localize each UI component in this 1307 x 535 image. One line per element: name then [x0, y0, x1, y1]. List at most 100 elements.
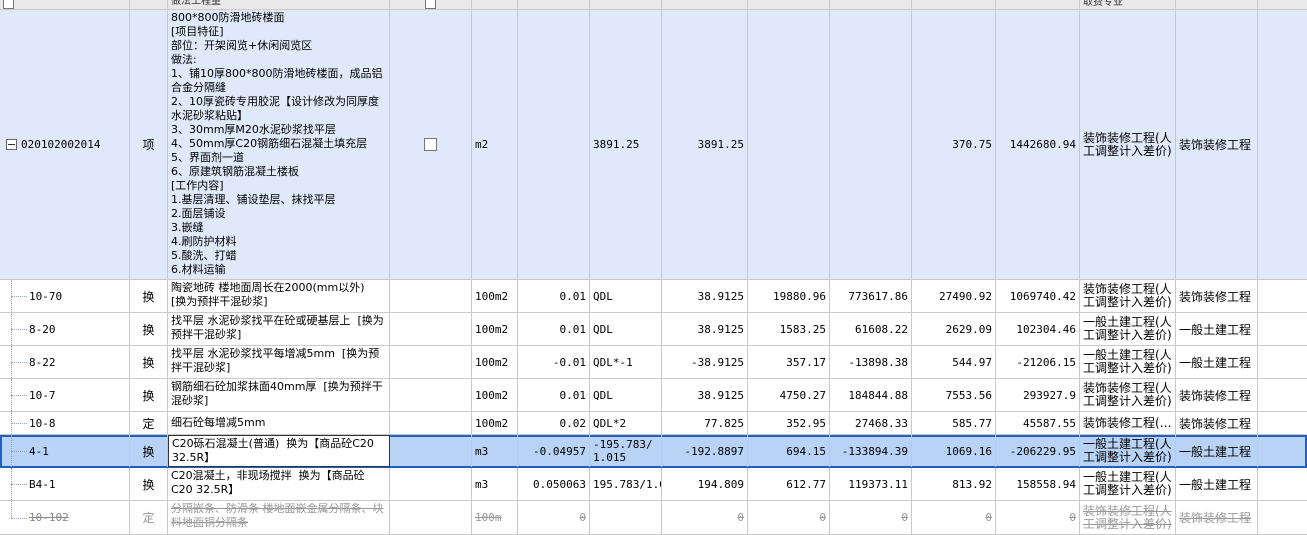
code-cell[interactable]: B4-1	[0, 468, 130, 500]
total-cell[interactable]: 773617.86	[830, 280, 912, 312]
unit-cell[interactable]: 100m2	[472, 280, 518, 312]
unit-cell[interactable]: 100m2	[472, 346, 518, 378]
qty-expr-cell[interactable]: 0	[518, 501, 590, 534]
unit-price-cell[interactable]: 694.15	[748, 435, 830, 467]
zh-total-cell[interactable]: -21206.15	[996, 346, 1080, 378]
total-cell[interactable]	[830, 10, 912, 279]
category-cell[interactable]: 装饰装修工程(…	[1080, 412, 1176, 434]
qty-expr-cell[interactable]: 0.01	[518, 280, 590, 312]
unit-price-cell[interactable]: 1583.25	[748, 313, 830, 345]
qty-formula-cell[interactable]: -195.783/1.015	[590, 435, 662, 467]
type-cell[interactable]: 换	[130, 280, 168, 312]
zh-price-cell[interactable]: 2629.09	[912, 313, 996, 345]
code-cell[interactable]: 10-8	[0, 412, 130, 434]
category-cell[interactable]: 装饰装修工程(人工调整计入差价)	[1080, 280, 1176, 312]
check-cell[interactable]	[390, 412, 472, 434]
code-cell[interactable]: 8-22	[0, 346, 130, 378]
zh-total-cell[interactable]: 1442680.94	[996, 10, 1080, 279]
header-qexp[interactable]	[518, 0, 590, 9]
type-cell[interactable]: 换	[130, 346, 168, 378]
type-cell[interactable]: 换	[130, 468, 168, 500]
unit-cell[interactable]: m2	[472, 10, 518, 279]
unit-cell[interactable]: m3	[472, 435, 518, 467]
zh-price-cell[interactable]: 0	[912, 501, 996, 534]
category-cell[interactable]: 一般土建工程(人工调整计入差价)	[1080, 435, 1176, 467]
qty-formula-cell[interactable]: QDL	[590, 379, 662, 411]
check-cell[interactable]	[390, 10, 472, 279]
category2-cell[interactable]: 一般土建工程	[1176, 435, 1258, 467]
item-description[interactable]: 800*800防滑地砖楼面 [项目特征] 部位：开架阅览+休闲阅览区 做法: 1…	[168, 10, 390, 279]
header-category[interactable]: 取费专业	[1080, 0, 1176, 9]
category-cell[interactable]: 装饰装修工程(人工调整计入差价)	[1080, 10, 1176, 279]
total-cell[interactable]: -133894.39	[830, 435, 912, 467]
header-zh-total[interactable]	[996, 0, 1080, 9]
qty-formula-cell[interactable]	[590, 501, 662, 534]
category-cell[interactable]: 一般土建工程(人工调整计入差价)	[1080, 313, 1176, 345]
header-check[interactable]	[390, 0, 472, 9]
qty-formula-cell[interactable]: 3891.25	[590, 10, 662, 279]
quota-row[interactable]: 10-7 换 钢筋细石砼加浆抹面40mm厚 [换为预拌干混砂浆] 100m2 0…	[0, 379, 1307, 412]
type-cell[interactable]: 定	[130, 412, 168, 434]
check-cell[interactable]	[390, 435, 472, 467]
zh-total-cell[interactable]: -206229.95	[996, 435, 1080, 467]
qty-expr-cell[interactable]: 0.01	[518, 313, 590, 345]
category2-cell[interactable]: 装饰装修工程	[1176, 280, 1258, 312]
check-cell[interactable]	[390, 313, 472, 345]
quota-name[interactable]: 细石砼每增减5mm	[168, 412, 390, 434]
category-cell[interactable]: 一般土建工程(人工调整计入差价)	[1080, 468, 1176, 500]
total-cell[interactable]: 27468.33	[830, 412, 912, 434]
quota-row[interactable]: 8-20 换 找平层 水泥砂浆找平在砼或硬基层上 [换为预拌干混砂浆] 100m…	[0, 313, 1307, 346]
unit-price-cell[interactable]: 357.17	[748, 346, 830, 378]
qty-formula-cell[interactable]: QDL	[590, 280, 662, 312]
type-cell[interactable]: 定	[130, 501, 168, 534]
code-cell[interactable]: 4-1	[0, 435, 130, 467]
category2-cell[interactable]: 装饰装修工程	[1176, 412, 1258, 434]
quota-row[interactable]: B4-1 换 C20混凝土，非现场搅拌 换为【商品砼C20 32.5R】 m3 …	[0, 468, 1307, 501]
qty-expr-cell[interactable]: -0.01	[518, 346, 590, 378]
unit-cell[interactable]: 100m2	[472, 313, 518, 345]
check-cell[interactable]	[390, 346, 472, 378]
zh-total-cell[interactable]: 1069740.42	[996, 280, 1080, 312]
zh-price-cell[interactable]: 370.75	[912, 10, 996, 279]
header-unit-price[interactable]	[748, 0, 830, 9]
zh-price-cell[interactable]: 27490.92	[912, 280, 996, 312]
qty-formula-cell[interactable]: QDL	[590, 313, 662, 345]
quota-name[interactable]: 钢筋细石砼加浆抹面40mm厚 [换为预拌干混砂浆]	[168, 379, 390, 411]
header-select-all-checkbox[interactable]	[3, 0, 14, 9]
qty-cell[interactable]: 77.825	[662, 412, 748, 434]
zh-price-cell[interactable]: 1069.16	[912, 435, 996, 467]
type-cell[interactable]: 换	[130, 313, 168, 345]
category-cell[interactable]: 装饰装修工程(人工调整计入差价)	[1080, 379, 1176, 411]
zh-price-cell[interactable]: 7553.56	[912, 379, 996, 411]
unit-cell[interactable]: 100m	[472, 501, 518, 534]
unit-price-cell[interactable]	[748, 10, 830, 279]
unit-price-cell[interactable]: 0	[748, 501, 830, 534]
total-cell[interactable]: 0	[830, 501, 912, 534]
zh-total-cell[interactable]: 102304.46	[996, 313, 1080, 345]
quota-row-disabled[interactable]: 10-102 定 分隔嵌条、防滑条 楼地面嵌金属分隔条、块料地面铜分隔条 100…	[0, 501, 1307, 535]
category-cell[interactable]: 装饰装修工程(人工调整计入差价)	[1080, 501, 1176, 534]
qty-expr-cell[interactable]	[518, 10, 590, 279]
header-checkbox[interactable]	[425, 0, 436, 9]
header-qty[interactable]	[662, 0, 748, 9]
total-cell[interactable]: 184844.88	[830, 379, 912, 411]
quota-name[interactable]: 找平层 水泥砂浆找平在砼或硬基层上 [换为预拌干混砂浆]	[168, 313, 390, 345]
quota-row[interactable]: 10-8 定 细石砼每增减5mm 100m2 0.02 QDL*2 77.825…	[0, 412, 1307, 435]
unit-cell[interactable]: 100m2	[472, 379, 518, 411]
zh-price-cell[interactable]: 585.77	[912, 412, 996, 434]
zh-total-cell[interactable]: 0	[996, 501, 1080, 534]
qty-cell[interactable]: 194.809	[662, 468, 748, 500]
qty-expr-cell[interactable]: -0.04957	[518, 435, 590, 467]
type-cell[interactable]: 换	[130, 435, 168, 467]
item-checkbox[interactable]	[424, 138, 437, 151]
code-cell[interactable]: 8-20	[0, 313, 130, 345]
bill-item-row[interactable]: 020102002014 项 800*800防滑地砖楼面 [项目特征] 部位：开…	[0, 10, 1307, 280]
code-cell[interactable]: 10-7	[0, 379, 130, 411]
code-cell[interactable]: 10-102	[0, 501, 130, 534]
qty-formula-cell[interactable]: QDL*-1	[590, 346, 662, 378]
category2-cell[interactable]: 一般土建工程	[1176, 468, 1258, 500]
category2-cell[interactable]: 装饰装修工程	[1176, 379, 1258, 411]
header-total[interactable]	[830, 0, 912, 9]
qty-cell[interactable]: 3891.25	[662, 10, 748, 279]
check-cell[interactable]	[390, 280, 472, 312]
